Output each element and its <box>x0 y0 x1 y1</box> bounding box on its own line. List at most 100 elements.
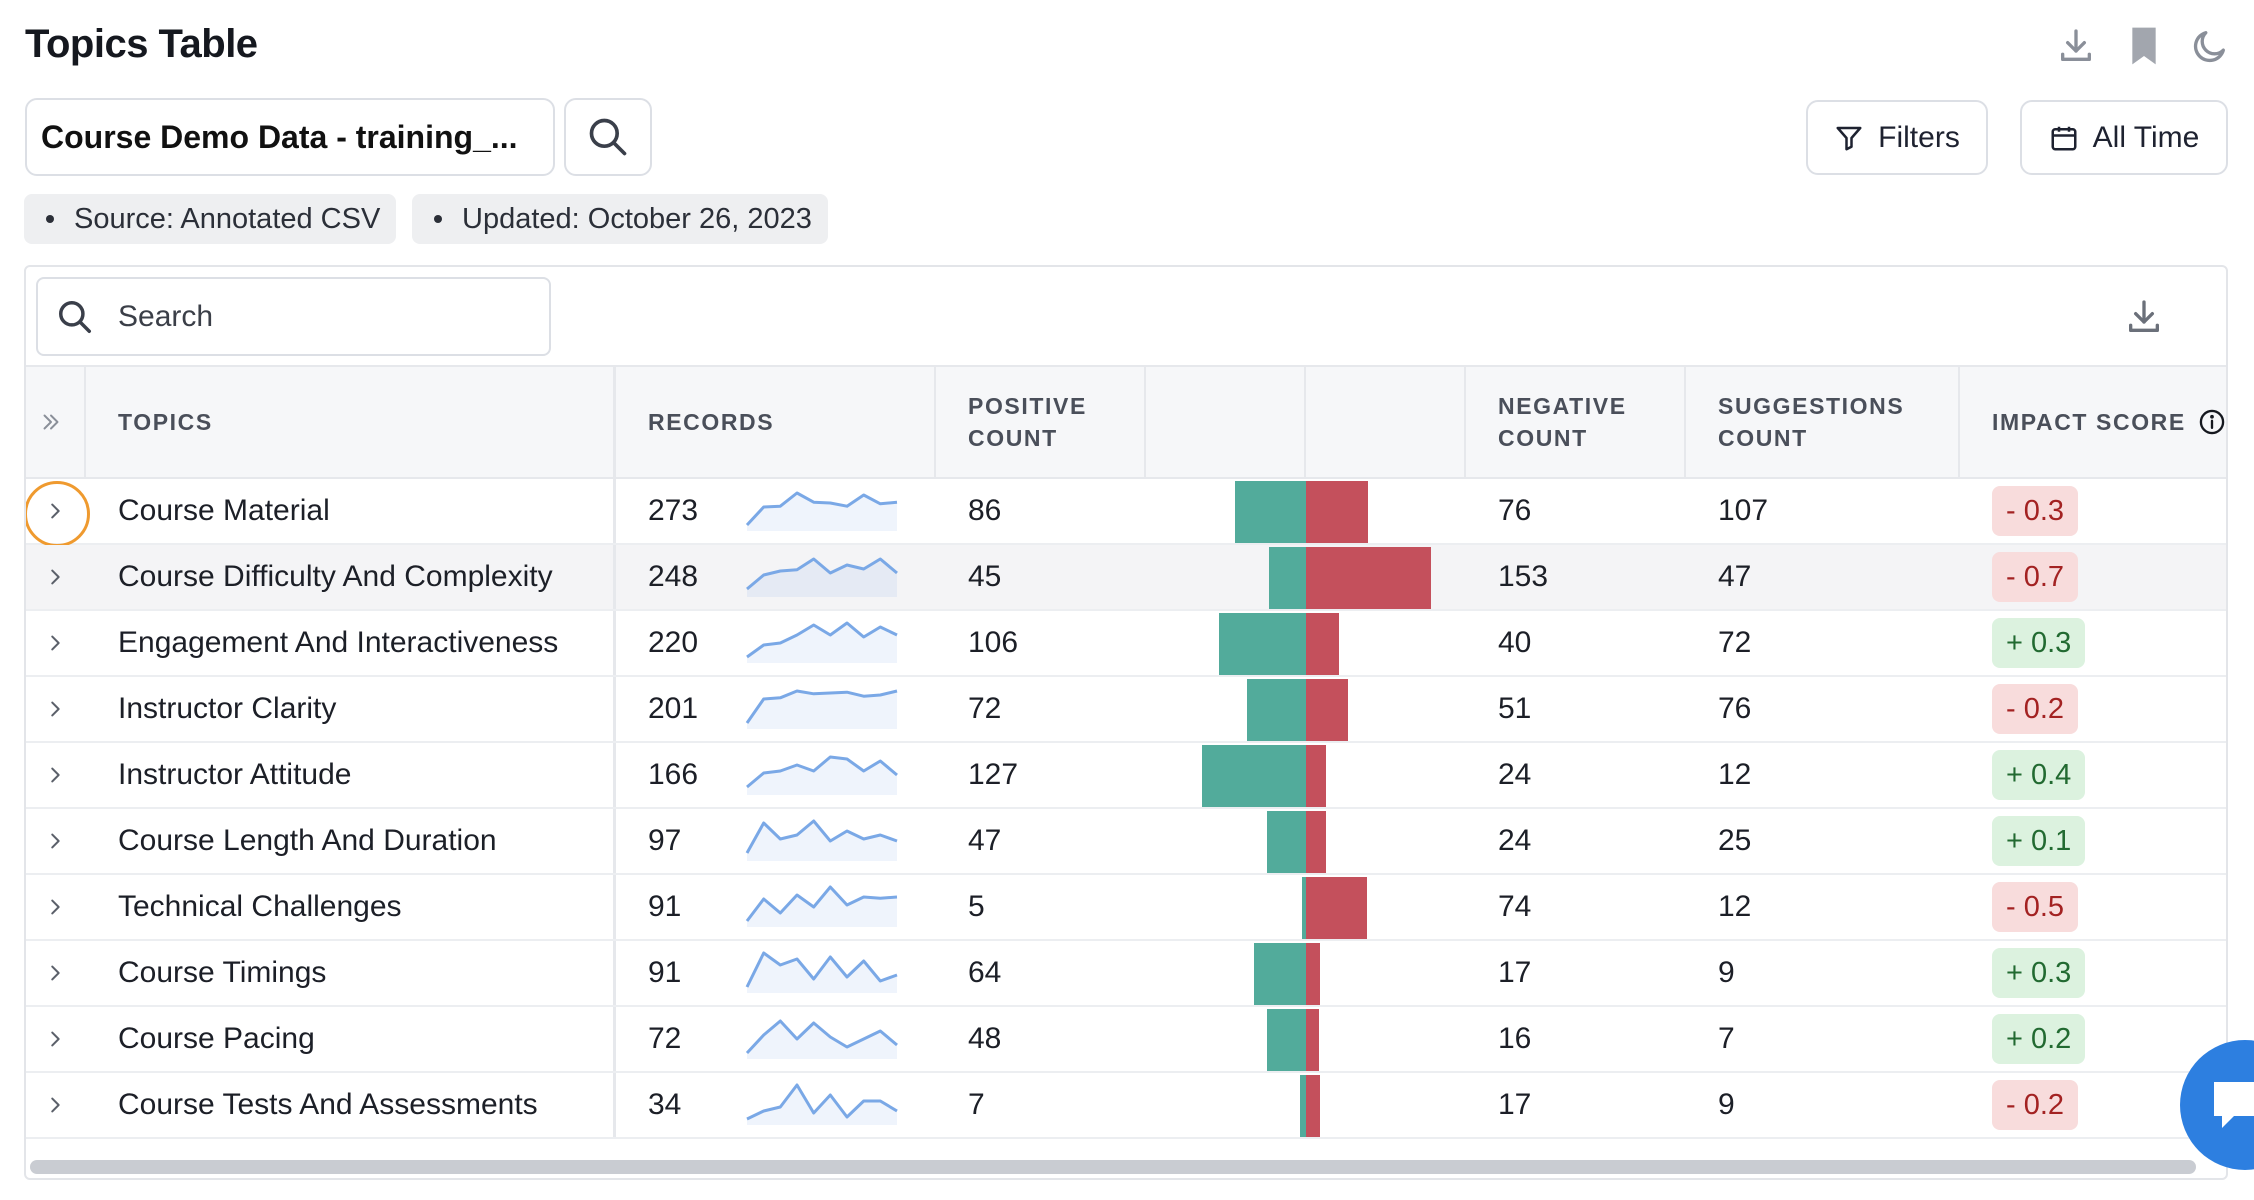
dataset-search-button[interactable] <box>564 98 652 176</box>
row-expand-button[interactable] <box>26 941 84 1005</box>
topic-name[interactable]: Technical Challenges <box>86 875 616 939</box>
column-suggestions-label-line1: SUGGESTIONS <box>1718 393 1905 419</box>
positive-count: 86 <box>968 494 1002 527</box>
row-expand-button[interactable] <box>26 479 90 547</box>
impact-score-badge: + 0.4 <box>1992 750 2086 800</box>
column-impact-score[interactable]: IMPACT SCORE <box>1960 367 2226 477</box>
records-sparkline <box>746 557 898 597</box>
source-text: Source: Annotated CSV <box>74 202 381 235</box>
table-row[interactable]: Course Difficulty And Complexity 248 45 153… <box>26 545 2226 611</box>
search-input[interactable] <box>118 299 498 334</box>
records-sparkline <box>746 755 898 795</box>
records-count: 91 <box>648 890 682 923</box>
topic-name[interactable]: Course Pacing <box>86 1007 616 1071</box>
column-positive-label-line2: COUNT <box>968 425 1058 451</box>
bookmark-icon[interactable] <box>2116 18 2172 74</box>
impact-score-cell: - 0.2 <box>1992 677 2192 741</box>
suggestions-count: 7 <box>1718 1022 1735 1055</box>
chat-icon <box>2214 1082 2254 1128</box>
table-row[interactable]: Course Pacing 72 48 16 7 + 0.2 <box>26 1007 2226 1073</box>
column-suggestions-count[interactable]: SUGGESTIONS COUNT <box>1686 367 1960 477</box>
row-expand-button[interactable] <box>26 809 84 873</box>
topic-name[interactable]: Engagement And Interactiveness <box>86 611 616 675</box>
topic-name[interactable]: Course Timings <box>86 941 616 1005</box>
topic-name[interactable]: Course Tests And Assessments <box>86 1073 616 1137</box>
row-expand-button[interactable] <box>26 875 84 939</box>
row-expand-button[interactable] <box>26 545 84 609</box>
row-expand-button[interactable] <box>26 743 84 807</box>
impact-score-cell: + 0.3 <box>1992 941 2192 1005</box>
download-icon[interactable] <box>2048 18 2104 74</box>
dataset-selector[interactable]: Course Demo Data - training_... <box>25 98 555 176</box>
positive-bar <box>1202 745 1306 807</box>
negative-bar <box>1306 811 1326 873</box>
filter-icon <box>1836 126 1862 150</box>
filters-button[interactable]: Filters <box>1806 100 1988 175</box>
chevron-right-icon <box>51 833 60 849</box>
negative-bar <box>1306 679 1348 741</box>
impact-score-cell: - 0.7 <box>1992 545 2192 609</box>
impact-score-badge: - 0.5 <box>1992 882 2079 932</box>
impact-score-badge: + 0.2 <box>1992 1014 2086 1064</box>
negative-count: 74 <box>1498 890 1532 923</box>
table-row[interactable]: Course Material 273 86 76 107 - 0.3 <box>26 479 2226 547</box>
table-row[interactable]: Instructor Clarity 201 72 51 76 - 0.2 <box>26 677 2226 743</box>
records-sparkline <box>745 491 898 531</box>
suggestions-count: 25 <box>1718 824 1752 857</box>
moon-icon[interactable] <box>2182 18 2238 74</box>
column-positive-count[interactable]: POSITIVE COUNT <box>936 367 1146 477</box>
table-row[interactable]: Technical Challenges 91 5 74 12 - 0.5 <box>26 875 2226 941</box>
table-row[interactable]: Course Length And Duration 97 47 24 25 + 0.1 <box>26 809 2226 875</box>
table-row[interactable]: Course Tests And Assessments 34 7 17 9 - 0.2 <box>26 1073 2226 1139</box>
column-topics[interactable]: TOPICS <box>86 367 616 477</box>
impact-score-badge: - 0.2 <box>1992 684 2079 734</box>
impact-score-badge: + 0.3 <box>1992 948 2086 998</box>
table-row[interactable]: Instructor Attitude 166 127 24 12 + 0.4 <box>26 743 2226 809</box>
table-row[interactable]: Course Timings 91 64 17 9 + 0.3 <box>26 941 2226 1007</box>
info-icon[interactable] <box>2198 408 2226 436</box>
chevron-right-icon <box>51 767 60 783</box>
filters-label: Filters <box>1878 120 1960 154</box>
row-expand-button[interactable] <box>26 611 84 675</box>
negative-bar <box>1306 1009 1319 1071</box>
topic-name[interactable]: Instructor Attitude <box>86 743 616 807</box>
table-search[interactable] <box>36 277 551 356</box>
table-download-button[interactable] <box>2116 289 2172 345</box>
impact-score-cell: + 0.2 <box>1992 1007 2192 1071</box>
positive-bar <box>1269 547 1306 609</box>
negative-count: 76 <box>1498 494 1532 527</box>
negative-bar <box>1306 547 1431 609</box>
chevron-right-icon <box>51 569 60 585</box>
suggestions-count: 107 <box>1718 494 1769 527</box>
date-range-label: All Time <box>2092 120 2200 154</box>
suggestions-count: 12 <box>1718 758 1752 791</box>
row-expand-button[interactable] <box>26 1073 84 1137</box>
table-row[interactable]: Engagement And Interactiveness 220 106 40 72… <box>26 611 2226 677</box>
positive-bar <box>1219 613 1306 675</box>
topic-name[interactable]: Course Material <box>86 479 616 543</box>
suggestions-count: 76 <box>1718 692 1752 725</box>
expand-all-button[interactable] <box>26 367 86 477</box>
column-records[interactable]: RECORDS <box>616 367 936 477</box>
impact-score-badge: + 0.3 <box>1992 618 2086 668</box>
column-negative-bar <box>1306 367 1466 477</box>
records-count: 248 <box>648 560 699 593</box>
topic-name[interactable]: Course Length And Duration <box>86 809 616 873</box>
records-count: 34 <box>648 1088 682 1121</box>
positive-count: 64 <box>968 956 1002 989</box>
impact-score-badge: + 0.1 <box>1992 816 2086 866</box>
positive-bar <box>1267 811 1306 873</box>
column-negative-count[interactable]: NEGATIVE COUNT <box>1466 367 1686 477</box>
topic-name[interactable]: Instructor Clarity <box>86 677 616 741</box>
horizontal-scrollbar[interactable] <box>30 1160 2196 1174</box>
date-range-button[interactable]: All Time <box>2020 100 2228 175</box>
records-sparkline <box>745 885 898 927</box>
negative-bar <box>1306 877 1367 939</box>
records-count: 72 <box>648 1022 682 1055</box>
row-expand-button[interactable] <box>26 677 84 741</box>
topics-table-card: TOPICS RECORDS POSITIVE COUNT NEGATIVE COU… <box>24 265 2228 1180</box>
download-icon <box>2129 300 2159 332</box>
negative-count: 17 <box>1498 956 1532 989</box>
topic-name[interactable]: Course Difficulty And Complexity <box>86 545 616 609</box>
row-expand-button[interactable] <box>26 1007 84 1071</box>
